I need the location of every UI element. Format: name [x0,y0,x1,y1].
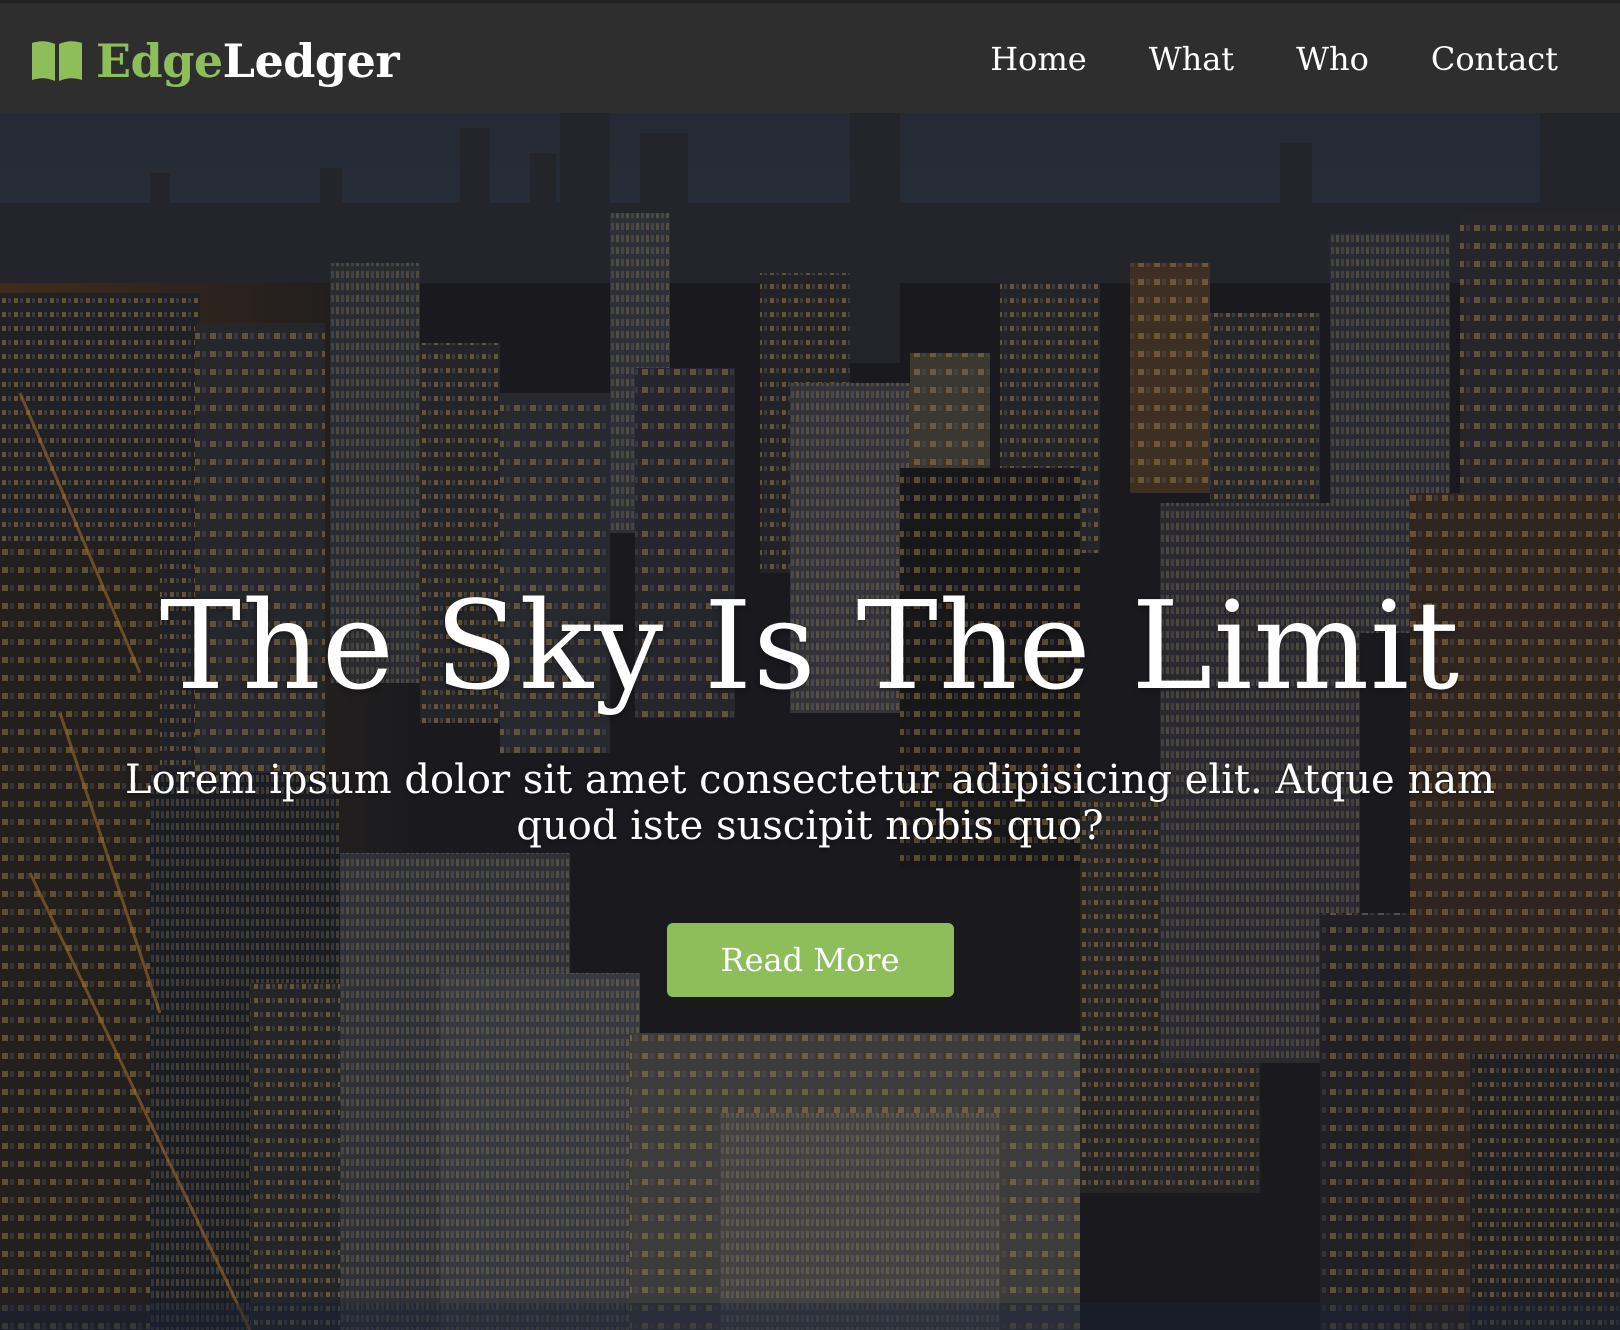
nav-link-contact[interactable]: Contact [1431,35,1558,83]
nav-link-what[interactable]: What [1149,35,1234,83]
nav-item-what: What [1149,35,1234,83]
nav-item-who: Who [1296,35,1369,83]
brand-name-part1: Edge [96,34,223,88]
brand-name: EdgeLedger [96,38,400,84]
open-book-icon [32,41,82,81]
hero-title: The Sky Is The Limit [159,575,1461,717]
read-more-button[interactable]: Read More [666,923,954,998]
brand-name-part2: Ledger [222,34,400,88]
nav-item-home: Home [990,35,1086,83]
nav-item-contact: Contact [1431,35,1558,83]
nav-link-home[interactable]: Home [990,35,1086,83]
main-nav: Home What Who Contact [990,35,1558,83]
hero-content: The Sky Is The Limit Lorem ipsum dolor s… [0,573,1620,998]
hero-subtitle: Lorem ipsum dolor sit amet consectetur a… [125,757,1495,850]
brand-logo[interactable]: EdgeLedger [30,33,400,89]
top-navbar: EdgeLedger Home What Who Contact [0,0,1620,113]
nav-link-who[interactable]: Who [1296,35,1369,83]
hero-section: The Sky Is The Limit Lorem ipsum dolor s… [0,113,1620,1330]
